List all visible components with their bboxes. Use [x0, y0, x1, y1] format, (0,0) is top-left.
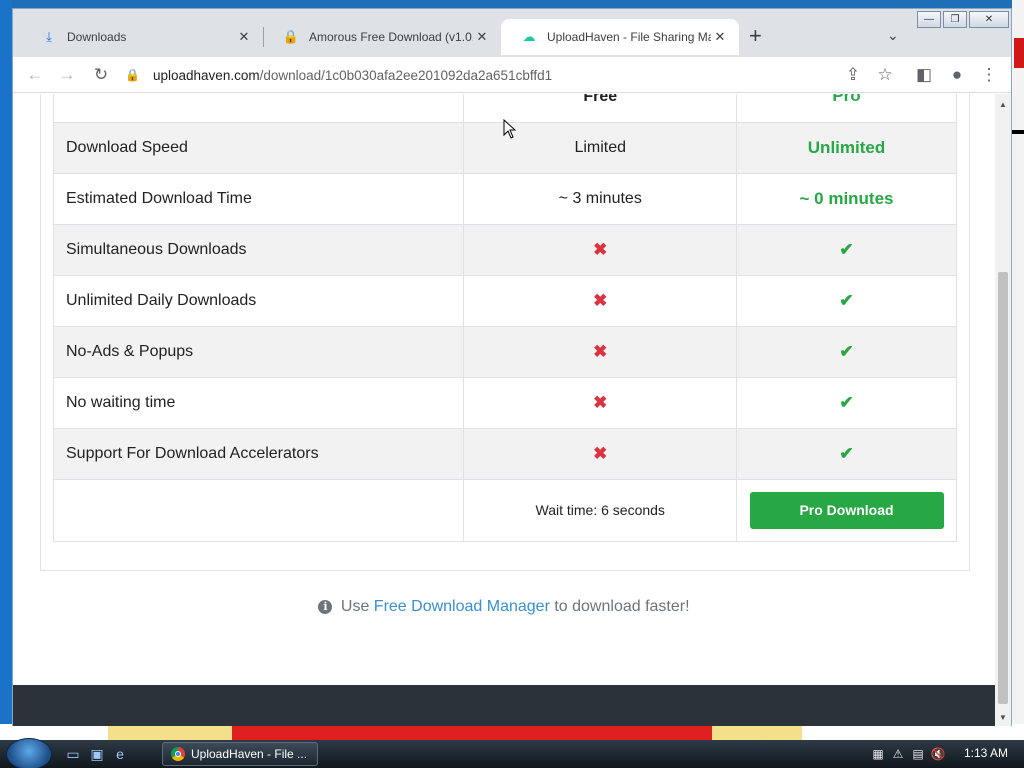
table-row: Estimated Download Time ~ 3 minutes ~ 0 …: [52, 173, 957, 225]
cross-icon: ✖: [593, 291, 608, 310]
close-icon[interactable]: ✕: [235, 29, 253, 45]
check-icon: ✔: [839, 393, 854, 412]
close-window-button[interactable]: ✕: [969, 11, 1009, 28]
back-icon[interactable]: ←: [23, 63, 47, 87]
table-row: Unlimited Daily Downloads ✖ ✔: [52, 275, 957, 327]
free-download-manager-link[interactable]: Free Download Manager: [374, 598, 550, 615]
download-icon: ⤓: [46, 29, 52, 44]
address-bar[interactable]: 🔒 uploadhaven.com/download/1c0b030afa2ee…: [125, 61, 905, 89]
check-icon: ✔: [839, 342, 854, 361]
info-icon: i: [318, 600, 333, 614]
browser-window: ⤓ Downloads ✕ 🔒 Amorous Free Download (v…: [12, 8, 1012, 726]
table-row: Simultaneous Downloads ✖ ✔: [52, 224, 957, 276]
maximize-button[interactable]: ❐: [943, 11, 967, 28]
vertical-scrollbar[interactable]: ▲ ▼: [995, 94, 1011, 726]
close-icon[interactable]: ✕: [711, 29, 729, 45]
profile-avatar-icon[interactable]: ●: [945, 63, 969, 87]
cross-icon: ✖: [593, 240, 608, 259]
show-desktop-icon[interactable]: ▭: [64, 745, 82, 763]
menu-icon[interactable]: ⋮: [977, 63, 1001, 87]
reload-icon[interactable]: ↻: [89, 63, 113, 87]
lock-icon: 🔒: [125, 68, 140, 82]
scroll-down-arrow-icon[interactable]: ▼: [999, 713, 1007, 722]
pro-download-button[interactable]: Pro Download: [749, 492, 944, 529]
cross-icon: ✖: [593, 342, 608, 361]
table-row: Support For Download Accelerators ✖ ✔: [52, 428, 957, 480]
page-content: Free Pro Download Speed Limited Unlimite…: [13, 94, 995, 726]
tab-downloads[interactable]: ⤓ Downloads ✕: [21, 19, 263, 55]
table-row: No-Ads & Popups ✖ ✔: [52, 326, 957, 378]
network-tray-icon[interactable]: ▦: [870, 746, 886, 762]
cross-icon: ✖: [593, 444, 608, 463]
mouse-cursor-icon: [503, 119, 517, 139]
tab-bar: ⤓ Downloads ✕ 🔒 Amorous Free Download (v…: [13, 9, 1011, 57]
check-icon: ✔: [839, 291, 854, 310]
table-row: No waiting time ✖ ✔: [52, 377, 957, 429]
scroll-thumb[interactable]: [998, 272, 1008, 704]
comparison-table: Free Pro Download Speed Limited Unlimite…: [52, 94, 957, 542]
download-manager-notice: i Use Free Download Manager to download …: [13, 598, 995, 616]
tab-search-chevron-icon[interactable]: ⌄: [887, 27, 899, 44]
internet-explorer-icon[interactable]: e: [111, 745, 129, 763]
taskbar-item-uploadhaven[interactable]: UploadHaven - File ...: [162, 742, 318, 766]
scroll-up-arrow-icon[interactable]: ▲: [999, 100, 1007, 109]
start-button[interactable]: [6, 738, 52, 768]
desktop-background-left: [0, 0, 12, 740]
side-panel-icon[interactable]: ◧: [912, 63, 936, 87]
volume-muted-icon[interactable]: 🔇: [930, 746, 946, 762]
taskbar: ▭ ▣ e UploadHaven - File ... ▦ ⚠ ▤ 🔇 1:1…: [0, 738, 1024, 768]
check-icon: ✔: [839, 444, 854, 463]
tab-uploadhaven[interactable]: ☁ UploadHaven - File Sharing Made ✕: [501, 19, 739, 55]
desktop-background-right: [1012, 0, 1024, 740]
url-domain: uploadhaven.com: [153, 67, 260, 83]
security-tray-icon[interactable]: ⚠: [890, 746, 906, 762]
bookmark-star-icon[interactable]: ☆: [873, 63, 897, 87]
cross-icon: ✖: [593, 393, 608, 412]
chrome-icon: [171, 747, 185, 761]
table-action-row: Wait time: 6 seconds Pro Download: [52, 479, 957, 542]
toolbar: ← → ↻ 🔒 uploadhaven.com/download/1c0b030…: [13, 57, 1011, 93]
uploadhaven-favicon-icon: ☁: [522, 29, 536, 44]
desktop-background-bottom: [0, 724, 1024, 740]
check-icon: ✔: [839, 240, 854, 259]
minimize-button[interactable]: —: [917, 11, 941, 28]
site-favicon-icon: 🔒: [282, 29, 300, 44]
url-path: /download/1c0b030afa2ee201092da2a651cbff…: [259, 67, 553, 83]
pro-header: Pro: [736, 94, 957, 123]
tab-amorous[interactable]: 🔒 Amorous Free Download (v1.0.3) ✕: [263, 19, 501, 55]
forward-icon[interactable]: →: [55, 63, 79, 87]
share-icon[interactable]: ⇪: [841, 63, 865, 87]
page-footer: [13, 685, 995, 726]
switch-windows-icon[interactable]: ▣: [88, 745, 106, 763]
display-tray-icon[interactable]: ▤: [910, 746, 926, 762]
wait-time-text: Wait time: 6 seconds: [535, 501, 665, 518]
new-tab-icon[interactable]: +: [749, 25, 762, 47]
clock[interactable]: 1:13 AM: [964, 746, 1008, 760]
close-icon[interactable]: ✕: [473, 29, 491, 45]
